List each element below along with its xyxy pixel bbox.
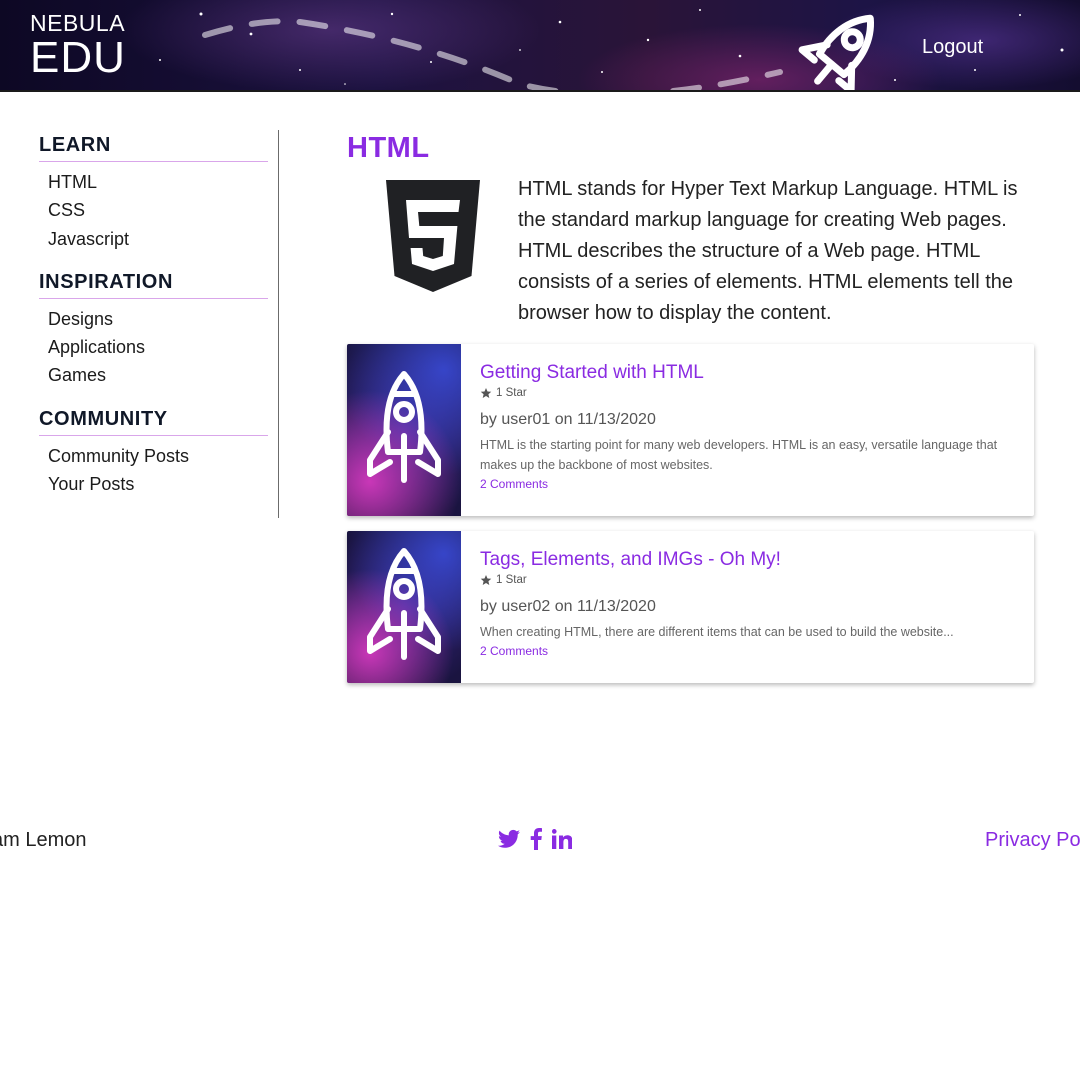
- post-card[interactable]: Tags, Elements, and IMGs - Oh My! 1 Star…: [347, 531, 1034, 683]
- sidebar-item-javascript[interactable]: Javascript: [48, 229, 278, 257]
- post-rating: 1 Star: [480, 574, 1016, 586]
- site-header: NEBULA EDU Logout: [0, 0, 1080, 92]
- sidebar-heading-learn: LEARN: [39, 130, 268, 162]
- footer-copyright: am Lemon: [0, 829, 87, 851]
- post-rating: 1 Star: [480, 387, 1016, 399]
- site-logo[interactable]: NEBULA EDU: [30, 12, 126, 80]
- twitter-icon[interactable]: [498, 829, 520, 849]
- post-comments-link[interactable]: 2 Comments: [480, 477, 1016, 491]
- post-comments-link[interactable]: 2 Comments: [480, 644, 1016, 658]
- star-icon: [480, 575, 492, 585]
- intro-paragraph: HTML stands for Hyper Text Markup Langua…: [518, 178, 1018, 324]
- post-rating-text: 1 Star: [496, 387, 527, 399]
- sidebar-item-html[interactable]: HTML: [48, 172, 278, 200]
- logout-link[interactable]: Logout: [922, 36, 983, 59]
- rocket-icon: [367, 371, 441, 483]
- sidebar-nav: LEARN HTML CSS Javascript INSPIRATION De…: [39, 130, 279, 518]
- post-thumbnail: [347, 531, 461, 683]
- sidebar-item-css[interactable]: CSS: [48, 200, 278, 228]
- post-byline: by user02 on 11/13/2020: [480, 598, 656, 615]
- post-thumbnail: [347, 344, 461, 516]
- post-byline: by user01 on 11/13/2020: [480, 411, 656, 428]
- post-excerpt: HTML is the starting point for many web …: [480, 438, 998, 472]
- sidebar-item-games[interactable]: Games: [48, 365, 278, 393]
- logo-bottom-text: EDU: [30, 33, 126, 82]
- sidebar-section-learn: LEARN HTML CSS Javascript: [39, 130, 278, 257]
- star-icon: [480, 388, 492, 398]
- rocket-icon: [798, 14, 874, 90]
- privacy-policy-link[interactable]: Privacy Po: [985, 829, 1080, 852]
- sidebar-item-applications[interactable]: Applications: [48, 337, 278, 365]
- sidebar-item-your-posts[interactable]: Your Posts: [48, 474, 278, 502]
- footer-right-clip: Privacy Po: [985, 820, 1080, 860]
- page-title: HTML: [347, 132, 430, 164]
- space-background: [159, 9, 1064, 90]
- sidebar-section-inspiration: INSPIRATION Designs Applications Games: [39, 267, 278, 394]
- sidebar-heading-inspiration: INSPIRATION: [39, 267, 268, 299]
- sidebar-heading-community: COMMUNITY: [39, 404, 268, 436]
- html5-icon: [386, 180, 480, 292]
- sidebar-item-designs[interactable]: Designs: [48, 309, 278, 337]
- linkedin-icon[interactable]: [552, 829, 572, 849]
- sidebar-section-community: COMMUNITY Community Posts Your Posts: [39, 404, 278, 503]
- logo-top-text: NEBULA: [30, 10, 126, 36]
- sidebar-item-community-posts[interactable]: Community Posts: [48, 446, 278, 474]
- footer-social-links: [498, 828, 572, 850]
- post-excerpt: When creating HTML, there are different …: [480, 625, 954, 639]
- rocket-icon: [367, 548, 441, 660]
- post-card[interactable]: Getting Started with HTML 1 Star by user…: [347, 344, 1034, 516]
- post-title-link[interactable]: Getting Started with HTML: [480, 362, 1016, 384]
- post-rating-text: 1 Star: [496, 574, 527, 586]
- facebook-icon[interactable]: [529, 828, 543, 850]
- post-title-link[interactable]: Tags, Elements, and IMGs - Oh My!: [480, 549, 1016, 571]
